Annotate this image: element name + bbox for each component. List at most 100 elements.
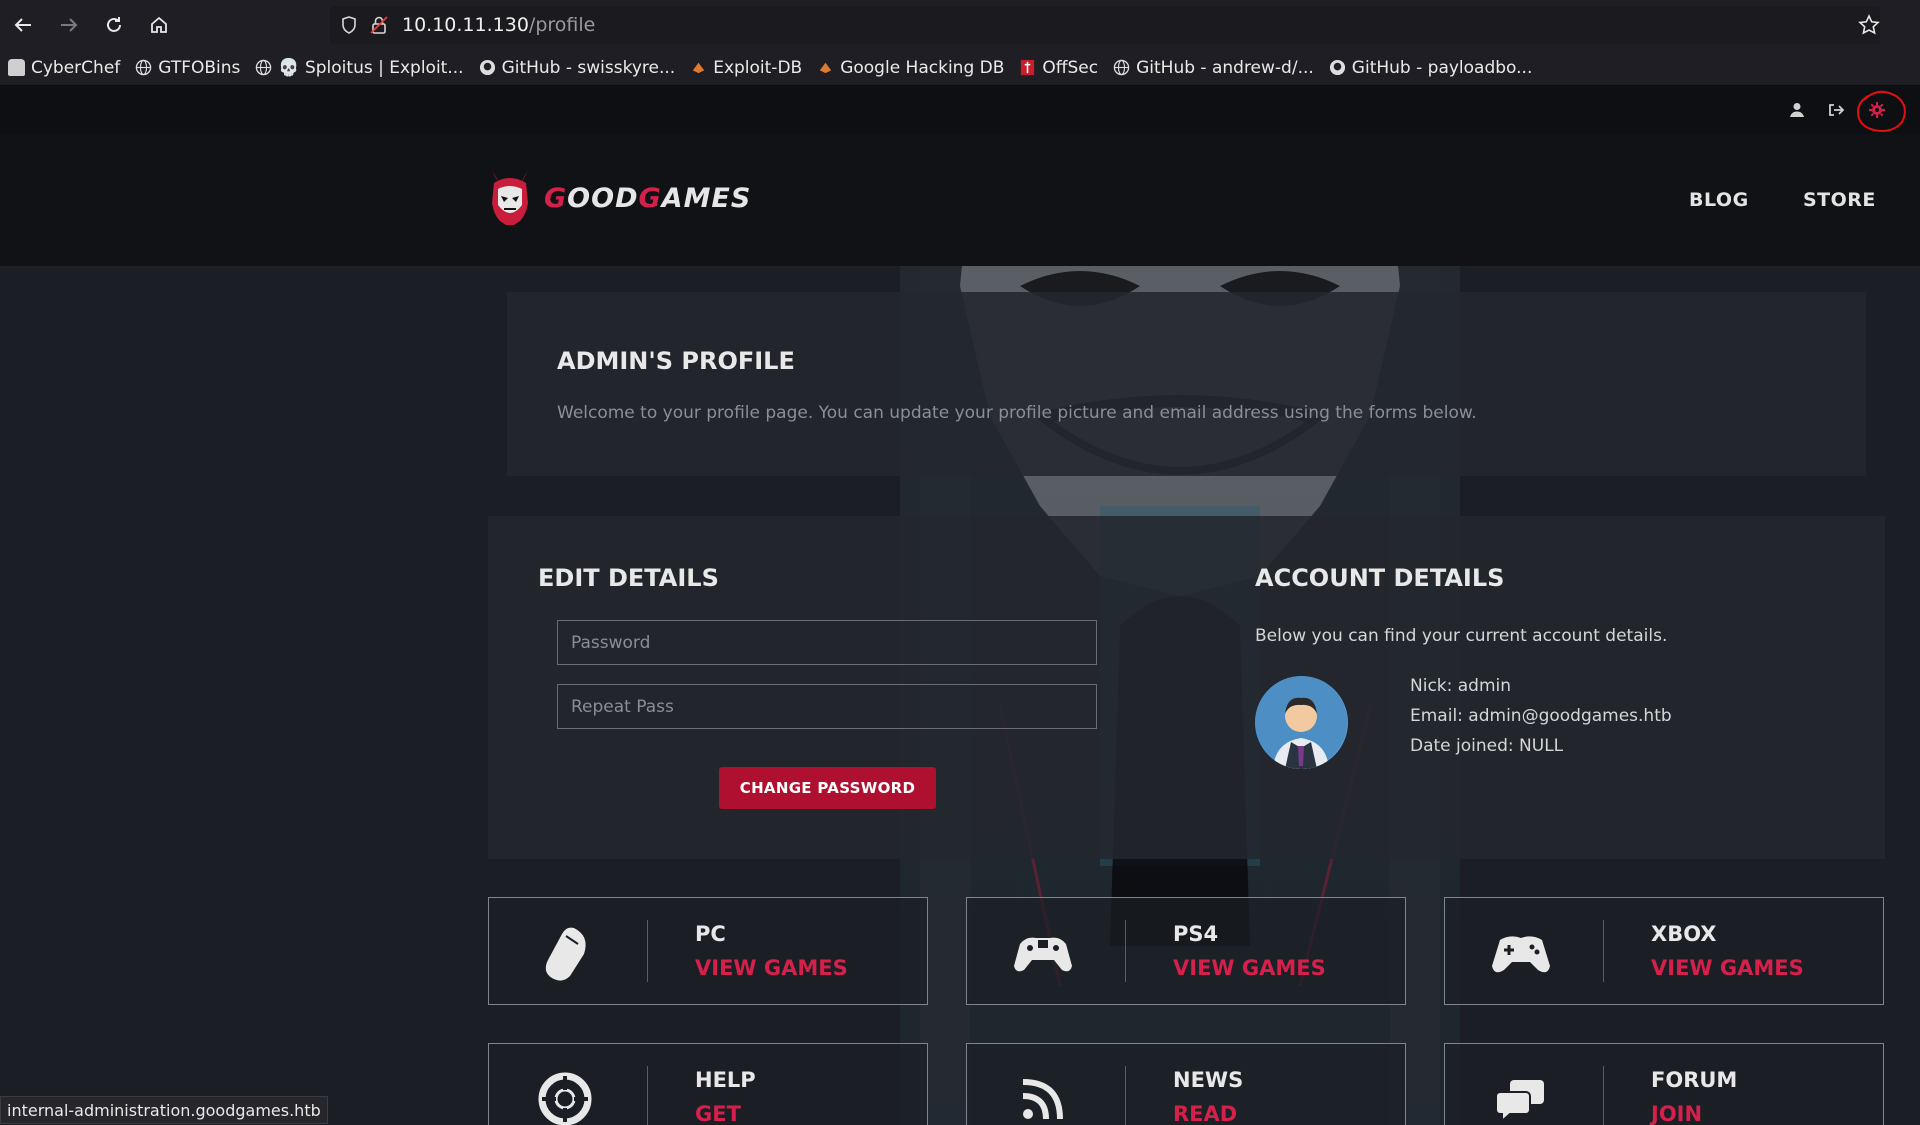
bookmark-star-icon[interactable] (1858, 14, 1880, 36)
back-arrow-icon (14, 18, 31, 32)
logo-text-ames: AMES (661, 182, 752, 214)
account-details-title: ACCOUNT DETAILS (1255, 564, 1505, 592)
tile-title: NEWS (1173, 1068, 1244, 1092)
tile-divider (647, 920, 648, 982)
bookmark-github-swisskyrepo[interactable]: GitHub - swisskyre... (479, 57, 676, 78)
bookmark-cyberchef[interactable]: CyberChef (8, 58, 120, 78)
bookmark-label: OffSec (1042, 57, 1099, 78)
red-circle-annotation (1856, 90, 1906, 132)
top-utility-bar (0, 86, 1920, 134)
logo-letter-g2: G (638, 182, 662, 214)
tile-link[interactable]: VIEW GAMES (1173, 956, 1326, 980)
tile-ps4[interactable]: PS4 VIEW GAMES (966, 897, 1406, 1005)
bookmark-label: GitHub - payloadbo... (1351, 57, 1533, 78)
bookmark-sploitus[interactable]: 💀 Sploitus | Exploit... (255, 57, 464, 78)
browser-toolbar: 10.10.11.130/profile (0, 0, 1920, 50)
edit-details-title: EDIT DETAILS (538, 564, 719, 592)
chat-icon (1495, 1080, 1544, 1124)
forward-arrow-icon (61, 18, 78, 32)
tile-title: PS4 (1173, 922, 1219, 946)
change-password-button[interactable]: CHANGE PASSWORD (719, 767, 936, 809)
user-avatar-icon (1255, 676, 1347, 769)
tile-divider (1125, 920, 1126, 982)
tile-title: FORUM (1651, 1068, 1738, 1092)
logo-wordmark: GOODGAMES (544, 183, 751, 214)
url-path: /profile (528, 14, 596, 36)
bookmark-offsec[interactable]: OffSec (1019, 58, 1098, 78)
account-description: Below you can find your current account … (1255, 626, 1668, 646)
tile-divider (1603, 1066, 1604, 1125)
logo-text-ood: OOD (567, 182, 639, 214)
tile-link[interactable]: JOIN (1651, 1102, 1702, 1125)
website-viewport: GOODGAMES BLOG STORE ADMIN'S PROFILE Wel… (0, 86, 1920, 1125)
nav-link-blog[interactable]: BLOG (1689, 134, 1749, 266)
url-host: 10.10.11.130 (402, 14, 529, 36)
reload-button[interactable] (92, 3, 136, 47)
password-placeholder: Password (571, 632, 651, 653)
tile-xbox[interactable]: XBOX VIEW GAMES (1444, 897, 1884, 1005)
bookmark-label: Google Hacking DB (840, 57, 1005, 78)
shield-icon (342, 16, 356, 34)
chef-icon (8, 59, 25, 76)
tile-title: XBOX (1651, 922, 1717, 946)
tile-title: HELP (695, 1068, 756, 1092)
bookmark-github-payloadbox[interactable]: GitHub - payloadbo... (1329, 57, 1533, 78)
bookmark-label: Exploit-DB (713, 57, 803, 78)
logout-icon[interactable] (1827, 101, 1845, 119)
tile-news[interactable]: NEWS READ (966, 1043, 1406, 1125)
forward-button[interactable] (47, 3, 91, 47)
bookmark-exploit-db[interactable]: Exploit-DB (690, 58, 802, 78)
bookmark-gtfobins[interactable]: GTFOBins (135, 58, 240, 78)
site-logo[interactable]: GOODGAMES (486, 169, 751, 227)
tile-link[interactable]: GET (695, 1102, 741, 1125)
account-email: Email: admin@goodgames.htb (1410, 706, 1672, 726)
reload-icon (107, 17, 121, 32)
details-panel: EDIT DETAILS Password Repeat Pass CHANGE… (488, 516, 1885, 859)
tile-divider (647, 1066, 648, 1125)
tile-link[interactable]: READ (1173, 1102, 1237, 1125)
tile-link[interactable]: VIEW GAMES (1651, 956, 1804, 980)
logo-letter-g: G (544, 182, 568, 214)
insecure-lock-icon (370, 16, 388, 34)
tile-pc[interactable]: PC VIEW GAMES (488, 897, 928, 1005)
bug-icon (820, 62, 832, 74)
user-icon[interactable] (1788, 101, 1806, 119)
bug-icon (693, 62, 705, 74)
globe-icon (256, 59, 272, 76)
bookmark-label: GTFOBins (158, 57, 241, 78)
mouse-icon (545, 927, 586, 981)
tile-divider (1125, 1066, 1126, 1125)
bookmark-github-andrew-d[interactable]: GitHub - andrew-d/... (1113, 58, 1314, 78)
github-icon (479, 59, 495, 76)
profile-description: Welcome to your profile page. You can up… (557, 403, 1477, 423)
globe-icon (136, 59, 152, 76)
password-field[interactable]: Password (557, 620, 1097, 665)
repeat-password-field[interactable]: Repeat Pass (557, 684, 1097, 729)
bookmark-label: 💀 Sploitus | Exploit... (278, 57, 464, 78)
url-bar[interactable]: 10.10.11.130/profile (330, 6, 1880, 44)
tile-title: PC (695, 922, 726, 946)
profile-header-panel: ADMIN'S PROFILE Welcome to your profile … (507, 292, 1866, 476)
github-icon (1329, 59, 1345, 76)
ps4-controller-icon (1014, 937, 1072, 972)
offsec-icon (1021, 59, 1035, 76)
demon-skull-logo-icon (492, 171, 528, 225)
nav-link-store[interactable]: STORE (1803, 134, 1876, 266)
bookmark-label: CyberChef (31, 57, 121, 78)
tile-help[interactable]: HELP GET (488, 1043, 928, 1125)
tile-link[interactable]: VIEW GAMES (695, 956, 848, 980)
bookmark-label: GitHub - andrew-d/... (1136, 57, 1314, 78)
back-button[interactable] (1, 3, 45, 47)
home-icon (151, 16, 167, 33)
avatar (1255, 676, 1348, 769)
bookmarks-bar: CyberChef GTFOBins 💀 Sploitus | Exploit.… (0, 50, 1920, 86)
bookmark-label: GitHub - swisskyre... (501, 57, 676, 78)
globe-icon (1113, 59, 1130, 76)
home-button[interactable] (137, 3, 181, 47)
lifebuoy-icon (538, 1072, 592, 1125)
account-date-joined: Date joined: NULL (1410, 736, 1564, 756)
bookmark-google-hacking-db[interactable]: Google Hacking DB (817, 58, 1004, 78)
status-link-preview: internal-administration.goodgames.htb (0, 1096, 328, 1124)
tile-forum[interactable]: FORUM JOIN (1444, 1043, 1884, 1125)
main-navigation: GOODGAMES BLOG STORE (0, 134, 1920, 266)
